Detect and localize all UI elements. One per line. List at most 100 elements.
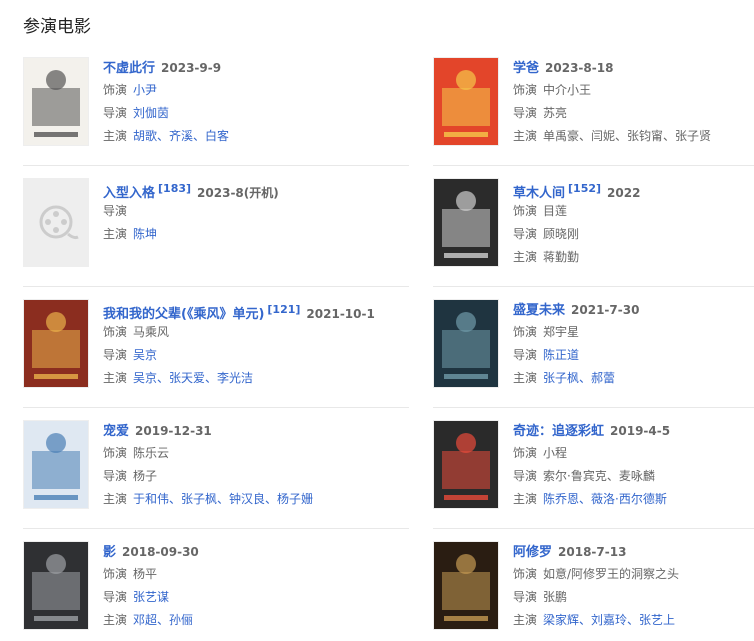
film-title-link[interactable]: 不虚此行 xyxy=(103,61,155,76)
film-cast-row: 主演 胡歌、齐溪、白客 xyxy=(103,125,343,148)
film-role-row: 饰演 目莲 xyxy=(513,200,753,223)
film-cast-label: 主演 xyxy=(513,492,538,506)
film-item: 不虚此行 2023-9-9 饰演 小尹 导演 刘伽茵 主演 胡歌、齐溪、白客 xyxy=(23,57,345,157)
film-cast-label: 主演 xyxy=(513,250,538,264)
film-director-label: 导演 xyxy=(103,348,128,362)
row-divider xyxy=(433,528,754,529)
film-date: 2021-10-1 xyxy=(306,307,375,321)
film-director-label: 导演 xyxy=(513,590,538,604)
film-director-row: 导演 杨子 xyxy=(103,465,343,488)
row-divider xyxy=(433,165,754,166)
film-poster[interactable] xyxy=(23,299,89,388)
film-poster[interactable] xyxy=(23,420,89,509)
film-director-value: 杨子 xyxy=(133,469,158,483)
film-cast-row: 主演 于和伟、张子枫、钟汉良、杨子姗 xyxy=(103,488,343,511)
film-item: 盛夏未来 2021-7-30 饰演 郑宇星 导演 陈正道 主演 张子枫、郝蕾 xyxy=(433,299,754,399)
film-title-link[interactable]: 学爸 xyxy=(513,61,539,76)
film-date: 2018-7-13 xyxy=(558,545,627,559)
film-role-row: 饰演 小程 xyxy=(513,442,753,465)
film-item: 宠爱 2019-12-31 饰演 陈乐云 导演 杨子 主演 于和伟、张子枫、钟汉良、杨子姗 xyxy=(23,420,345,520)
film-cast-value[interactable]: 胡歌、齐溪、白客 xyxy=(133,129,229,143)
film-director-label: 导演 xyxy=(513,106,538,120)
film-title-link[interactable]: 影 xyxy=(103,545,116,560)
film-cast-row: 主演 单禹豪、闫妮、张钧甯、张子贤 xyxy=(513,125,753,148)
film-item: 奇迹：追逐彩虹 2019-4-5 饰演 小程 导演 索尔·鲁宾克、麦咏麟 主演 陈乔恩、薇洛·… xyxy=(433,420,754,520)
film-role-label: 饰演 xyxy=(103,446,128,460)
film-cast-row: 主演 吴京、张天爱、李光洁 xyxy=(103,367,343,390)
film-poster[interactable] xyxy=(433,178,499,267)
film-cast-value[interactable]: 邓超、孙俪 xyxy=(133,613,193,627)
film-cast-value[interactable]: 梁家辉、刘嘉玲、张艺上 xyxy=(543,613,675,627)
film-cast-value[interactable]: 吴京、张天爱、李光洁 xyxy=(133,371,253,385)
film-poster[interactable] xyxy=(23,541,89,630)
film-cast-value[interactable]: 陈坤 xyxy=(133,227,157,241)
film-cast-row: 主演 蒋勤勤 xyxy=(513,246,753,269)
film-role-value: 小程 xyxy=(543,446,568,460)
film-poster[interactable] xyxy=(433,57,499,146)
film-cast-value[interactable]: 张子枫、郝蕾 xyxy=(543,371,615,385)
film-role-value: 马乘风 xyxy=(133,325,170,339)
film-role-label: 饰演 xyxy=(103,325,128,339)
film-role-row: 饰演 中介小王 xyxy=(513,79,753,102)
film-title-link[interactable]: 宠爱 xyxy=(103,424,129,439)
film-director-label: 导演 xyxy=(513,469,538,483)
film-director-label: 导演 xyxy=(103,204,128,218)
film-date: 2018-09-30 xyxy=(122,545,199,559)
film-cast-label: 主演 xyxy=(103,371,128,385)
film-reel-icon[interactable] xyxy=(23,178,89,267)
film-item: 阿修罗 2018-7-13 饰演 如意/阿修罗王的洞察之头 导演 张鹏 主演 梁家辉、刘嘉玲、… xyxy=(433,541,754,641)
film-role-value: 郑宇星 xyxy=(543,325,580,339)
film-title-link[interactable]: 入型入格 xyxy=(103,186,155,201)
film-cast-value[interactable]: 于和伟、张子枫、钟汉良、杨子姗 xyxy=(133,492,313,506)
film-date: 2021-7-30 xyxy=(571,303,640,317)
film-item: 入型入格 [183] 2023-8(开机) 导演主演 陈坤 xyxy=(23,178,345,278)
row-divider xyxy=(433,286,754,287)
film-director-value[interactable]: 陈正道 xyxy=(543,348,579,362)
film-cast-value[interactable]: 陈乔恩、薇洛·西尔德斯 xyxy=(543,492,667,506)
film-cast-value: 单禹豪、闫妮、张钧甯、张子贤 xyxy=(543,129,712,143)
film-cast-value: 蒋勤勤 xyxy=(543,250,580,264)
film-date: 2023-9-9 xyxy=(161,61,222,75)
film-director-row: 导演 吴京 xyxy=(103,344,343,367)
film-title-link[interactable]: 阿修罗 xyxy=(513,545,552,560)
film-poster[interactable] xyxy=(433,541,499,630)
film-cast-label: 主演 xyxy=(103,613,128,627)
film-director-label: 导演 xyxy=(103,106,128,120)
film-poster[interactable] xyxy=(433,299,499,388)
film-title-link[interactable]: 我和我的父辈(《乘风》单元) xyxy=(103,307,264,322)
film-director-label: 导演 xyxy=(513,227,538,241)
film-poster[interactable] xyxy=(433,420,499,509)
film-role-label: 饰演 xyxy=(513,83,538,97)
film-director-value[interactable]: 吴京 xyxy=(133,348,157,362)
film-poster[interactable] xyxy=(23,57,89,146)
citation-link[interactable]: [183] xyxy=(158,182,191,195)
film-date: 2023-8(开机) xyxy=(197,186,279,200)
citation-link[interactable]: [152] xyxy=(568,182,601,195)
film-director-row: 导演 索尔·鲁宾克、麦咏麟 xyxy=(513,465,753,488)
film-cast-label: 主演 xyxy=(513,129,538,143)
film-role-value: 陈乐云 xyxy=(133,446,170,460)
film-role-row: 饰演 小尹 xyxy=(103,79,343,102)
film-role-row: 饰演 郑宇星 xyxy=(513,321,753,344)
film-title-link[interactable]: 草木人间 xyxy=(513,186,565,201)
row-divider xyxy=(23,528,409,529)
citation-link[interactable]: [121] xyxy=(267,303,300,316)
film-director-value[interactable]: 刘伽茵 xyxy=(133,106,169,120)
film-director-row: 导演 xyxy=(103,200,343,223)
film-title-link[interactable]: 奇迹：追逐彩虹 xyxy=(513,424,604,439)
row-divider xyxy=(433,407,754,408)
film-director-value[interactable]: 张艺谋 xyxy=(133,590,169,604)
row-divider xyxy=(23,407,409,408)
film-director-label: 导演 xyxy=(513,348,538,362)
film-cast-row: 主演 陈坤 xyxy=(103,223,343,246)
film-role-label: 饰演 xyxy=(103,83,128,97)
film-role-value[interactable]: 小尹 xyxy=(133,83,157,97)
film-role-row: 饰演 马乘风 xyxy=(103,321,343,344)
film-title-link[interactable]: 盛夏未来 xyxy=(513,303,565,318)
film-cast-row: 主演 邓超、孙俪 xyxy=(103,609,343,632)
film-director-row: 导演 陈正道 xyxy=(513,344,753,367)
film-role-label: 饰演 xyxy=(513,204,538,218)
film-cast-label: 主演 xyxy=(103,129,128,143)
film-date: 2022 xyxy=(607,186,641,200)
film-director-value: 索尔·鲁宾克、麦咏麟 xyxy=(543,469,655,483)
